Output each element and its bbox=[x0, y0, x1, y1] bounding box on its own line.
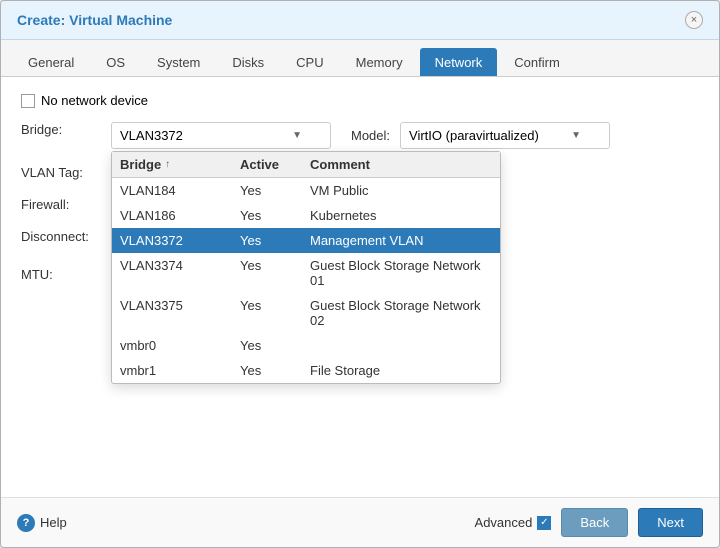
model-section: Model: VirtIO (paravirtualized) ▼ bbox=[351, 122, 610, 149]
list-item-selected[interactable]: VLAN3372 Yes Management VLAN bbox=[112, 228, 500, 253]
bridge-col-header: Bridge ↑ bbox=[120, 157, 240, 172]
dropdown-header: Bridge ↑ Active Comment bbox=[112, 152, 500, 178]
model-dropdown-arrow: ▼ bbox=[571, 130, 581, 141]
disconnect-label: Disconnect: bbox=[21, 229, 111, 244]
comment-col-header: Comment bbox=[310, 157, 492, 172]
tab-disks[interactable]: Disks bbox=[217, 48, 279, 76]
tab-cpu[interactable]: CPU bbox=[281, 48, 338, 76]
mtu-label: MTU: bbox=[21, 267, 111, 282]
bridge-dropdown-list: Bridge ↑ Active Comment VLAN184 bbox=[111, 151, 501, 384]
list-item[interactable]: VLAN3375 Yes Guest Block Storage Network… bbox=[112, 293, 500, 333]
model-label: Model: bbox=[351, 128, 390, 143]
create-vm-dialog: Create: Virtual Machine × General OS Sys… bbox=[0, 0, 720, 548]
no-network-checkbox[interactable] bbox=[21, 94, 35, 108]
bridge-dropdown-container: VLAN3372 ▼ Bridge ↑ Active bbox=[111, 122, 331, 149]
footer: ? Help Advanced ✓ Back Next bbox=[1, 497, 719, 547]
tab-confirm[interactable]: Confirm bbox=[499, 48, 575, 76]
footer-right: Advanced ✓ Back Next bbox=[475, 508, 703, 537]
footer-left: ? Help bbox=[17, 514, 67, 532]
list-item[interactable]: vmbr0 Yes bbox=[112, 333, 500, 358]
bridge-dropdown-arrow: ▼ bbox=[292, 130, 302, 141]
tab-os[interactable]: OS bbox=[91, 48, 140, 76]
model-select-wrapper: VirtIO (paravirtualized) ▼ bbox=[400, 122, 610, 149]
list-item[interactable]: VLAN3374 Yes Guest Block Storage Network… bbox=[112, 253, 500, 293]
vlan-tag-label: VLAN Tag: bbox=[21, 165, 111, 180]
tab-general[interactable]: General bbox=[13, 48, 89, 76]
advanced-label: Advanced bbox=[475, 515, 533, 530]
bridge-label: Bridge: bbox=[21, 122, 111, 137]
tab-system[interactable]: System bbox=[142, 48, 215, 76]
help-label: Help bbox=[40, 515, 67, 530]
tab-network[interactable]: Network bbox=[420, 48, 498, 76]
no-network-label: No network device bbox=[41, 93, 148, 108]
close-button[interactable]: × bbox=[685, 11, 703, 29]
list-item[interactable]: VLAN184 Yes VM Public bbox=[112, 178, 500, 203]
list-item[interactable]: VLAN186 Yes Kubernetes bbox=[112, 203, 500, 228]
content-area: No network device Bridge: VLAN3372 ▼ B bbox=[1, 77, 719, 497]
model-select[interactable]: VirtIO (paravirtualized) ▼ bbox=[400, 122, 610, 149]
tab-bar: General OS System Disks CPU Memory Netwo… bbox=[1, 40, 719, 77]
active-col-header: Active bbox=[240, 157, 310, 172]
advanced-checkbox-row: Advanced ✓ bbox=[475, 515, 552, 530]
firewall-label: Firewall: bbox=[21, 197, 111, 212]
bridge-selected-value: VLAN3372 bbox=[120, 128, 183, 143]
model-value: VirtIO (paravirtualized) bbox=[409, 128, 539, 143]
bridge-row: Bridge: VLAN3372 ▼ Bridge ↑ bbox=[21, 122, 699, 149]
no-network-row: No network device bbox=[21, 93, 699, 108]
list-item[interactable]: vmbr1 Yes File Storage bbox=[112, 358, 500, 383]
dialog-title: Create: Virtual Machine bbox=[17, 12, 172, 28]
sort-icon: ↑ bbox=[165, 159, 170, 170]
help-button[interactable]: ? Help bbox=[17, 514, 67, 532]
title-bar: Create: Virtual Machine × bbox=[1, 1, 719, 40]
help-icon: ? bbox=[17, 514, 35, 532]
bridge-select[interactable]: VLAN3372 ▼ bbox=[111, 122, 331, 149]
next-button[interactable]: Next bbox=[638, 508, 703, 537]
back-button[interactable]: Back bbox=[561, 508, 628, 537]
tab-memory[interactable]: Memory bbox=[341, 48, 418, 76]
advanced-checkbox[interactable]: ✓ bbox=[537, 516, 551, 530]
